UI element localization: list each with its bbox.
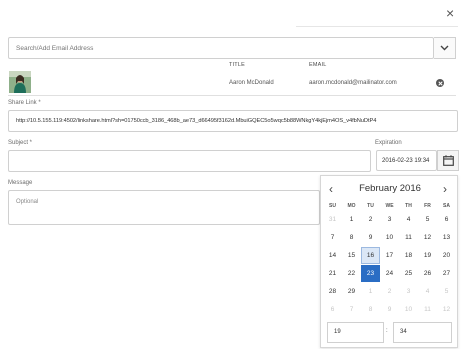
subject-field[interactable] xyxy=(8,150,371,172)
calendar-icon xyxy=(443,155,454,166)
calendar-day[interactable]: 9 xyxy=(361,229,380,246)
search-input[interactable] xyxy=(8,37,434,59)
calendar-day[interactable]: 5 xyxy=(437,283,456,300)
weekday-label: SU xyxy=(329,203,336,209)
expiration-field[interactable]: 2016-02-23 19:34 xyxy=(376,150,437,171)
calendar-day[interactable]: 12 xyxy=(418,229,437,246)
calendar-day[interactable]: 15 xyxy=(342,247,361,264)
weekday-label: TU xyxy=(367,203,374,209)
weekday-label: FR xyxy=(424,203,431,209)
weekday-label: WE xyxy=(385,203,394,209)
calendar-day[interactable]: 9 xyxy=(380,301,399,318)
message-label: Message xyxy=(8,180,33,186)
chevron-down-icon xyxy=(440,45,449,51)
weekday-label: TH xyxy=(405,203,412,209)
share-link-label: Share Link * xyxy=(8,100,41,106)
calendar-day[interactable]: 4 xyxy=(418,283,437,300)
message-field[interactable]: Optional xyxy=(8,190,320,225)
avatar xyxy=(9,71,31,93)
calendar-day[interactable]: 19 xyxy=(418,247,437,264)
weekday-label: MO xyxy=(347,203,356,209)
calendar-day[interactable]: 4 xyxy=(399,211,418,228)
date-picker: ‹ February 2016 › SU MO TU WE TH FR SA 31 1 2 3 4 5 6… xyxy=(320,175,458,348)
calendar-day[interactable]: 2 xyxy=(380,283,399,300)
calendar-day[interactable]: 26 xyxy=(418,265,437,282)
calendar-day[interactable]: 7 xyxy=(323,229,342,246)
calendar-day[interactable]: 13 xyxy=(437,229,456,246)
column-header-title: TITLE xyxy=(229,62,245,68)
calendar-day[interactable]: 22 xyxy=(342,265,361,282)
share-link-field[interactable]: http://10.5.155.119:4502/linkshare.html?… xyxy=(8,110,458,132)
calendar-day[interactable]: 12 xyxy=(437,301,456,318)
calendar-day[interactable]: 17 xyxy=(380,247,399,264)
calendar-day[interactable]: 8 xyxy=(342,229,361,246)
recipient-name: Aaron McDonald xyxy=(229,80,274,86)
column-header-email: EMAIL xyxy=(309,62,327,68)
close-icon[interactable]: × xyxy=(446,6,454,20)
calendar-day[interactable]: 2 xyxy=(361,211,380,228)
calendar-day[interactable]: 24 xyxy=(380,265,399,282)
calendar-day[interactable]: 10 xyxy=(399,301,418,318)
calendar-day[interactable]: 10 xyxy=(380,229,399,246)
calendar-day[interactable]: 25 xyxy=(399,265,418,282)
expiration-label: Expiration xyxy=(375,140,402,146)
subject-label: Subject * xyxy=(8,140,33,146)
calendar-day[interactable]: 1 xyxy=(361,283,380,300)
prev-month-icon[interactable]: ‹ xyxy=(329,182,333,196)
next-month-icon[interactable]: › xyxy=(443,182,447,196)
calendar-button[interactable] xyxy=(437,150,459,171)
calendar-day[interactable]: 6 xyxy=(323,301,342,318)
calendar-day[interactable]: 14 xyxy=(323,247,342,264)
recipient-email: aaron.mcdonald@mailinator.com xyxy=(309,80,397,86)
calendar-day[interactable]: 7 xyxy=(342,301,361,318)
calendar-day[interactable]: 20 xyxy=(437,247,456,264)
header-divider xyxy=(296,26,458,27)
remove-recipient-icon[interactable] xyxy=(436,79,444,87)
recipient-divider xyxy=(8,95,456,96)
hour-field[interactable]: 19 xyxy=(327,322,384,343)
weekday-label: SA xyxy=(443,203,450,209)
search-dropdown-button[interactable] xyxy=(434,37,456,59)
calendar-day[interactable]: 27 xyxy=(437,265,456,282)
calendar-day[interactable]: 8 xyxy=(361,301,380,318)
calendar-day[interactable]: 16 xyxy=(361,247,380,264)
calendar-day[interactable]: 11 xyxy=(418,301,437,318)
calendar-day[interactable]: 18 xyxy=(399,247,418,264)
calendar-day[interactable]: 11 xyxy=(399,229,418,246)
calendar-day[interactable]: 3 xyxy=(380,211,399,228)
calendar-day[interactable]: 5 xyxy=(418,211,437,228)
calendar-day[interactable]: 28 xyxy=(323,283,342,300)
calendar-day[interactable]: 6 xyxy=(437,211,456,228)
calendar-day[interactable]: 23 xyxy=(361,265,380,282)
calendar-day[interactable]: 31 xyxy=(323,211,342,228)
month-title: February 2016 xyxy=(359,183,421,194)
calendar-day[interactable]: 29 xyxy=(342,283,361,300)
time-separator: : xyxy=(386,328,388,334)
calendar-day[interactable]: 3 xyxy=(399,283,418,300)
calendar-day[interactable]: 1 xyxy=(342,211,361,228)
minute-field[interactable]: 34 xyxy=(393,322,452,343)
calendar-day[interactable]: 21 xyxy=(323,265,342,282)
